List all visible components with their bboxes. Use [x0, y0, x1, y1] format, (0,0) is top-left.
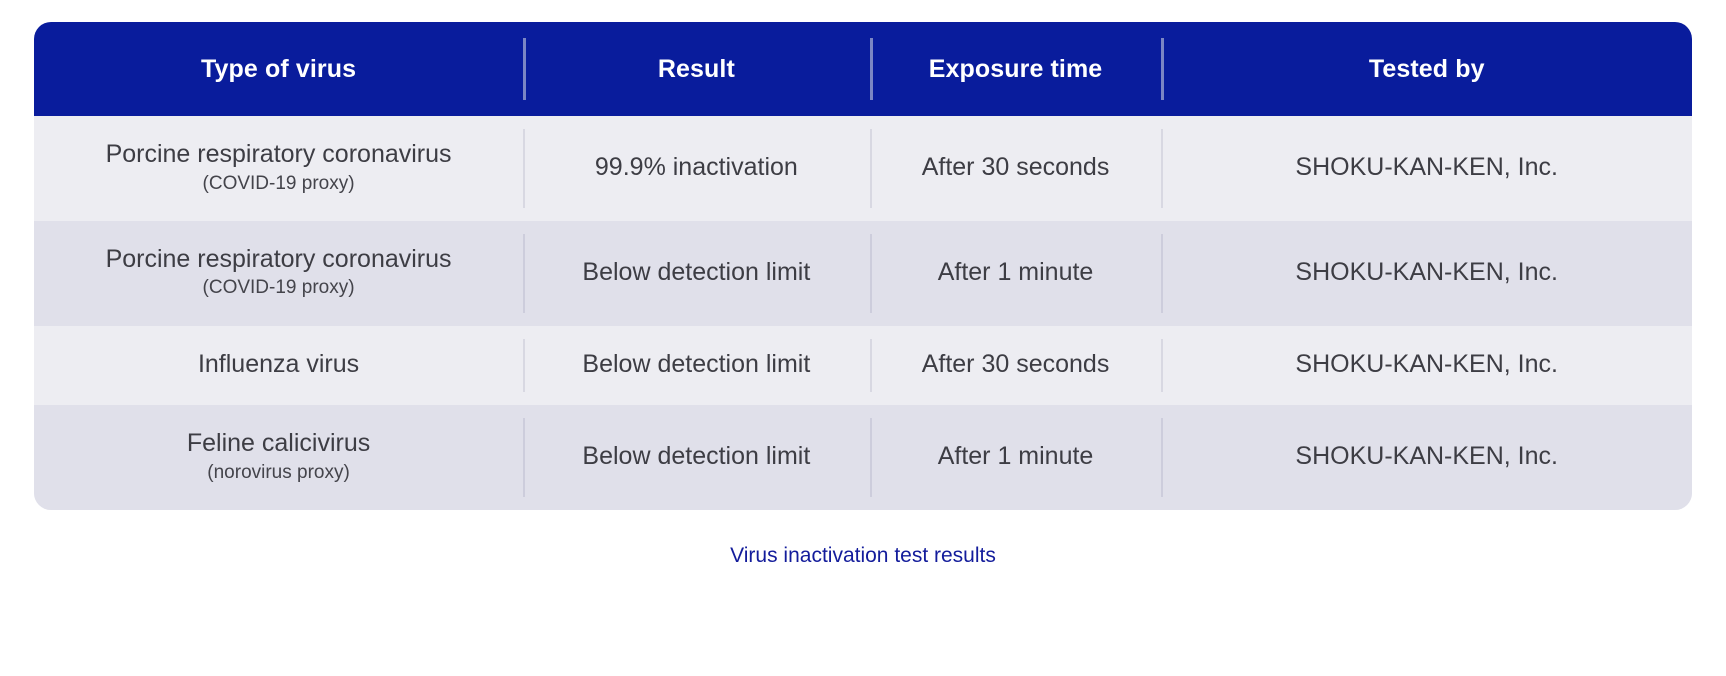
table-row: Porcine respiratory coronavirus (COVID-1… [34, 116, 1692, 221]
cell-tested-by: SHOKU-KAN-KEN, Inc. [1161, 405, 1692, 511]
table-header: Type of virus Result Exposure time Teste… [34, 22, 1692, 116]
column-header-tested-by: Tested by [1161, 22, 1692, 116]
cell-exposure-time: After 30 seconds [869, 325, 1162, 406]
cell-type-of-virus: Influenza virus [34, 325, 524, 406]
cell-tested-by: SHOKU-KAN-KEN, Inc. [1161, 325, 1692, 406]
cell-exposure-time: After 30 seconds [869, 116, 1162, 221]
virus-inactivation-table: Type of virus Result Exposure time Teste… [34, 22, 1692, 511]
virus-name: Influenza virus [197, 349, 360, 378]
table-header-row: Type of virus Result Exposure time Teste… [34, 22, 1692, 116]
page-root: Type of virus Result Exposure time Teste… [0, 0, 1726, 676]
cell-result: Below detection limit [523, 220, 870, 326]
virus-subtitle: (COVID-19 proxy) [202, 172, 355, 194]
cell-result: 99.9% inactivation [523, 116, 870, 221]
table-row: Porcine respiratory coronavirus (COVID-1… [34, 220, 1692, 326]
table-body: Porcine respiratory coronavirus (COVID-1… [34, 116, 1692, 511]
cell-type-of-virus: Porcine respiratory coronavirus (COVID-1… [34, 116, 524, 221]
table-caption: Virus inactivation test results [730, 544, 996, 568]
table-row: Influenza virus Below detection limit Af… [34, 325, 1692, 406]
cell-tested-by: SHOKU-KAN-KEN, Inc. [1161, 220, 1692, 326]
cell-exposure-time: After 1 minute [869, 405, 1162, 511]
cell-result: Below detection limit [523, 325, 870, 406]
cell-exposure-time: After 1 minute [869, 220, 1162, 326]
virus-name: Porcine respiratory coronavirus [105, 140, 452, 168]
column-header-result: Result [523, 22, 870, 116]
virus-subtitle: (norovirus proxy) [207, 461, 350, 483]
cell-type-of-virus: Feline calicivirus (norovirus proxy) [34, 405, 524, 511]
table-row: Feline calicivirus (norovirus proxy) Bel… [34, 405, 1692, 511]
cell-type-of-virus: Porcine respiratory coronavirus (COVID-1… [34, 220, 524, 326]
cell-result: Below detection limit [523, 405, 870, 511]
virus-inactivation-table-card: Type of virus Result Exposure time Teste… [34, 22, 1692, 511]
column-header-exposure-time: Exposure time [869, 22, 1162, 116]
virus-name: Feline calicivirus [186, 429, 371, 458]
cell-tested-by: SHOKU-KAN-KEN, Inc. [1161, 116, 1692, 221]
virus-name: Porcine respiratory coronavirus [105, 244, 452, 273]
virus-subtitle: (COVID-19 proxy) [202, 277, 355, 299]
column-header-type-of-virus: Type of virus [201, 55, 357, 83]
